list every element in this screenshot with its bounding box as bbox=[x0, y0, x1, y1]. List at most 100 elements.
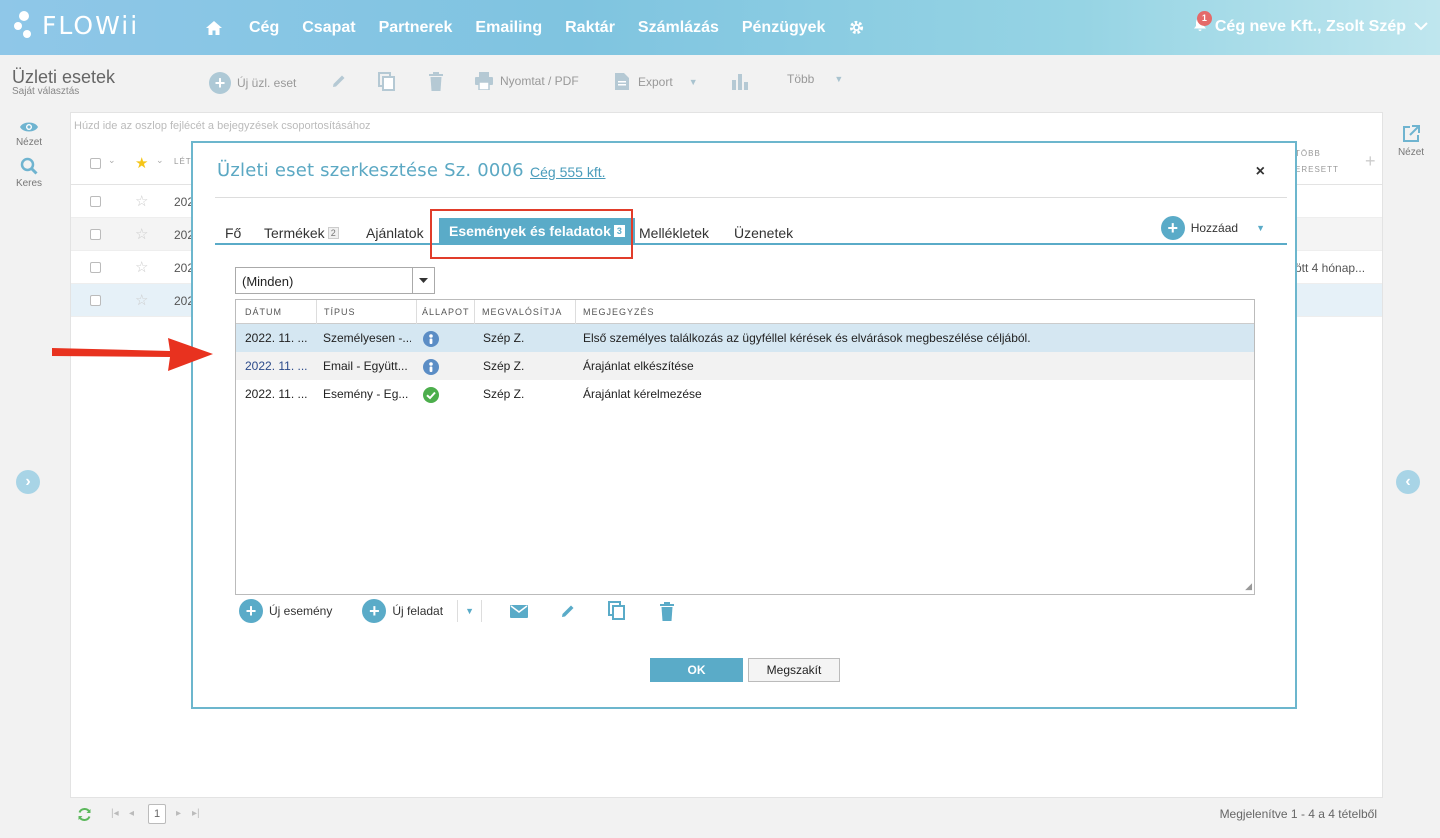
previous-page-icon[interactable]: ◂ bbox=[129, 808, 134, 819]
statistics-button[interactable] bbox=[731, 72, 749, 90]
event-filter-select[interactable]: (Minden) bbox=[235, 267, 435, 294]
plus-circle-icon: + bbox=[239, 599, 263, 623]
star-icon[interactable]: ☆ bbox=[135, 192, 148, 210]
star-icon[interactable]: ☆ bbox=[135, 258, 148, 276]
tab-termekek-label: Termékek bbox=[264, 225, 325, 241]
nav-item-partnerek[interactable]: Partnerek bbox=[379, 19, 453, 37]
chevron-right-icon: › bbox=[25, 473, 31, 490]
chevron-down-icon[interactable]: ⌄ bbox=[108, 155, 116, 166]
view-external-toggle[interactable]: Nézet bbox=[1390, 124, 1432, 158]
dialog-title: Üzleti eset szerkesztése Sz. 0006 bbox=[217, 160, 524, 181]
star-icon[interactable]: ☆ bbox=[135, 225, 148, 243]
delete-button[interactable] bbox=[428, 72, 444, 91]
external-link-icon bbox=[1403, 125, 1420, 142]
resize-handle-icon[interactable]: ◢ bbox=[1245, 581, 1252, 592]
last-page-icon[interactable]: ▸| bbox=[192, 808, 200, 819]
add-column-icon[interactable]: + bbox=[1365, 151, 1376, 172]
copy-icon[interactable] bbox=[607, 601, 626, 621]
logo[interactable]: FLOWii bbox=[12, 10, 139, 40]
row-checkbox[interactable] bbox=[90, 262, 101, 273]
plus-circle-icon: + bbox=[209, 72, 231, 94]
dialog-tabs: Fő Termékek 2 Ajánlatok Események és fela… bbox=[215, 215, 1287, 245]
settings-gear-icon[interactable] bbox=[848, 19, 865, 36]
event-row[interactable]: 2022. 11. ... Email - Együtt... Szép Z. … bbox=[236, 352, 1254, 380]
add-dropdown-button[interactable]: + Hozzáad ▼ bbox=[1160, 216, 1265, 240]
cancel-button[interactable]: Megszakít bbox=[748, 658, 840, 682]
row-checkbox[interactable] bbox=[90, 295, 101, 306]
nav-item-ceg[interactable]: Cég bbox=[249, 19, 279, 37]
column-separator bbox=[316, 300, 317, 324]
copy-button[interactable] bbox=[378, 72, 396, 92]
column-header-type[interactable]: TÍPUS bbox=[324, 307, 356, 317]
first-page-icon[interactable]: |◂ bbox=[111, 808, 119, 819]
tab-esemenyek-label: Események és feladatok bbox=[449, 223, 611, 239]
new-event-button[interactable]: + Új esemény bbox=[239, 599, 332, 623]
company-link[interactable]: Cég 555 kft. bbox=[530, 164, 606, 180]
ok-button[interactable]: OK bbox=[650, 658, 743, 682]
export-button[interactable]: Export ▼ bbox=[614, 72, 698, 91]
nav-item-emailing[interactable]: Emailing bbox=[475, 19, 542, 37]
new-business-case-button[interactable]: + Új üzl. eset bbox=[209, 72, 296, 94]
column-header-note[interactable]: MEGJEGYZÉS bbox=[583, 307, 655, 317]
row-checkbox[interactable] bbox=[90, 229, 101, 240]
expand-left-panel-button[interactable]: › bbox=[16, 470, 40, 494]
event-row[interactable]: 2022. 11. ... Személyesen -... Szép Z. E… bbox=[236, 324, 1254, 352]
events-toolbar: + Új esemény + Új feladat ▼ bbox=[239, 599, 675, 623]
edit-button[interactable] bbox=[330, 72, 348, 90]
tab-ajanlatok[interactable]: Ajánlatok bbox=[366, 225, 424, 241]
favorite-star-icon[interactable]: ★ bbox=[135, 154, 148, 172]
email-icon[interactable] bbox=[509, 604, 528, 618]
refresh-icon[interactable] bbox=[77, 807, 92, 825]
tab-esemenyek-es-feladatok[interactable]: Események és feladatok 3 bbox=[439, 218, 635, 245]
print-pdf-button[interactable]: Nyomtat / PDF bbox=[474, 72, 579, 90]
new-task-button[interactable]: + Új feladat bbox=[362, 599, 443, 623]
tab-fo[interactable]: Fő bbox=[225, 225, 241, 241]
current-page[interactable]: 1 bbox=[148, 804, 166, 824]
company-user-menu[interactable]: 1 Cég neve Kft., Zsolt Szép bbox=[1193, 11, 1428, 37]
grid-column-header-created[interactable]: LÉT bbox=[174, 157, 192, 166]
star-icon[interactable]: ☆ bbox=[135, 291, 148, 309]
caret-down-icon[interactable] bbox=[412, 268, 434, 293]
view-toggle[interactable]: Nézet bbox=[8, 120, 50, 148]
more-button[interactable]: Több ▼ bbox=[787, 72, 843, 86]
plus-circle-icon: + bbox=[362, 599, 387, 623]
grid-column-header-searched[interactable]: ERESETT bbox=[1295, 165, 1339, 174]
status-done-check-icon bbox=[423, 387, 439, 406]
tab-mellekletek[interactable]: Mellékletek bbox=[639, 225, 709, 241]
new-task-label: Új feladat bbox=[392, 604, 444, 618]
group-by-hint: Húzd ide az oszlop fejlécét a bejegyzése… bbox=[74, 120, 371, 132]
column-header-date[interactable]: DÁTUM bbox=[245, 307, 282, 317]
search-icon bbox=[20, 157, 38, 175]
logo-text: FLOWii bbox=[42, 10, 140, 40]
tab-termekek[interactable]: Termékek 2 bbox=[264, 225, 339, 241]
caret-down-icon[interactable]: ▼ bbox=[465, 606, 474, 616]
column-separator bbox=[416, 300, 417, 324]
search-toggle[interactable]: Keres bbox=[8, 157, 50, 189]
column-header-owner[interactable]: MEGVALÓSÍTJA bbox=[482, 307, 562, 317]
close-icon[interactable]: × bbox=[1256, 163, 1265, 181]
collapse-right-panel-button[interactable]: ‹ bbox=[1396, 470, 1420, 494]
caret-down-icon: ▼ bbox=[834, 74, 844, 84]
event-note: Árajánlat kérelmezése bbox=[583, 387, 702, 401]
event-type: Személyesen -... bbox=[323, 331, 411, 345]
nav-item-penzugyek[interactable]: Pénzügyek bbox=[742, 19, 826, 37]
nav-item-szamlazas[interactable]: Számlázás bbox=[638, 19, 719, 37]
column-header-status[interactable]: ÁLLAPOT bbox=[422, 307, 470, 317]
tab-uzenetek[interactable]: Üzenetek bbox=[734, 225, 793, 241]
nav-item-csapat[interactable]: Csapat bbox=[302, 19, 355, 37]
trash-icon[interactable] bbox=[659, 601, 675, 621]
event-row[interactable]: 2022. 11. ... Esemény - Eg... Szép Z. Ár… bbox=[236, 380, 1254, 408]
home-icon[interactable] bbox=[205, 20, 223, 36]
row-checkbox[interactable] bbox=[90, 196, 101, 207]
chevron-down-icon[interactable]: ⌄ bbox=[156, 155, 164, 166]
select-all-checkbox[interactable] bbox=[90, 158, 101, 169]
chevron-left-icon: ‹ bbox=[1405, 473, 1411, 490]
tab-termekek-count: 2 bbox=[327, 227, 339, 239]
pencil-icon[interactable] bbox=[559, 602, 577, 620]
grid-column-header-more[interactable]: TÖBB bbox=[1295, 149, 1321, 158]
event-date: 2022. 11. ... bbox=[245, 331, 308, 345]
next-page-icon[interactable]: ▸ bbox=[176, 808, 181, 819]
bell-icon[interactable]: 1 bbox=[1193, 11, 1212, 37]
nav-item-raktar[interactable]: Raktár bbox=[565, 19, 615, 37]
events-grid-header: DÁTUM TÍPUS ÁLLAPOT MEGVALÓSÍTJA MEGJEGY… bbox=[236, 300, 1254, 324]
